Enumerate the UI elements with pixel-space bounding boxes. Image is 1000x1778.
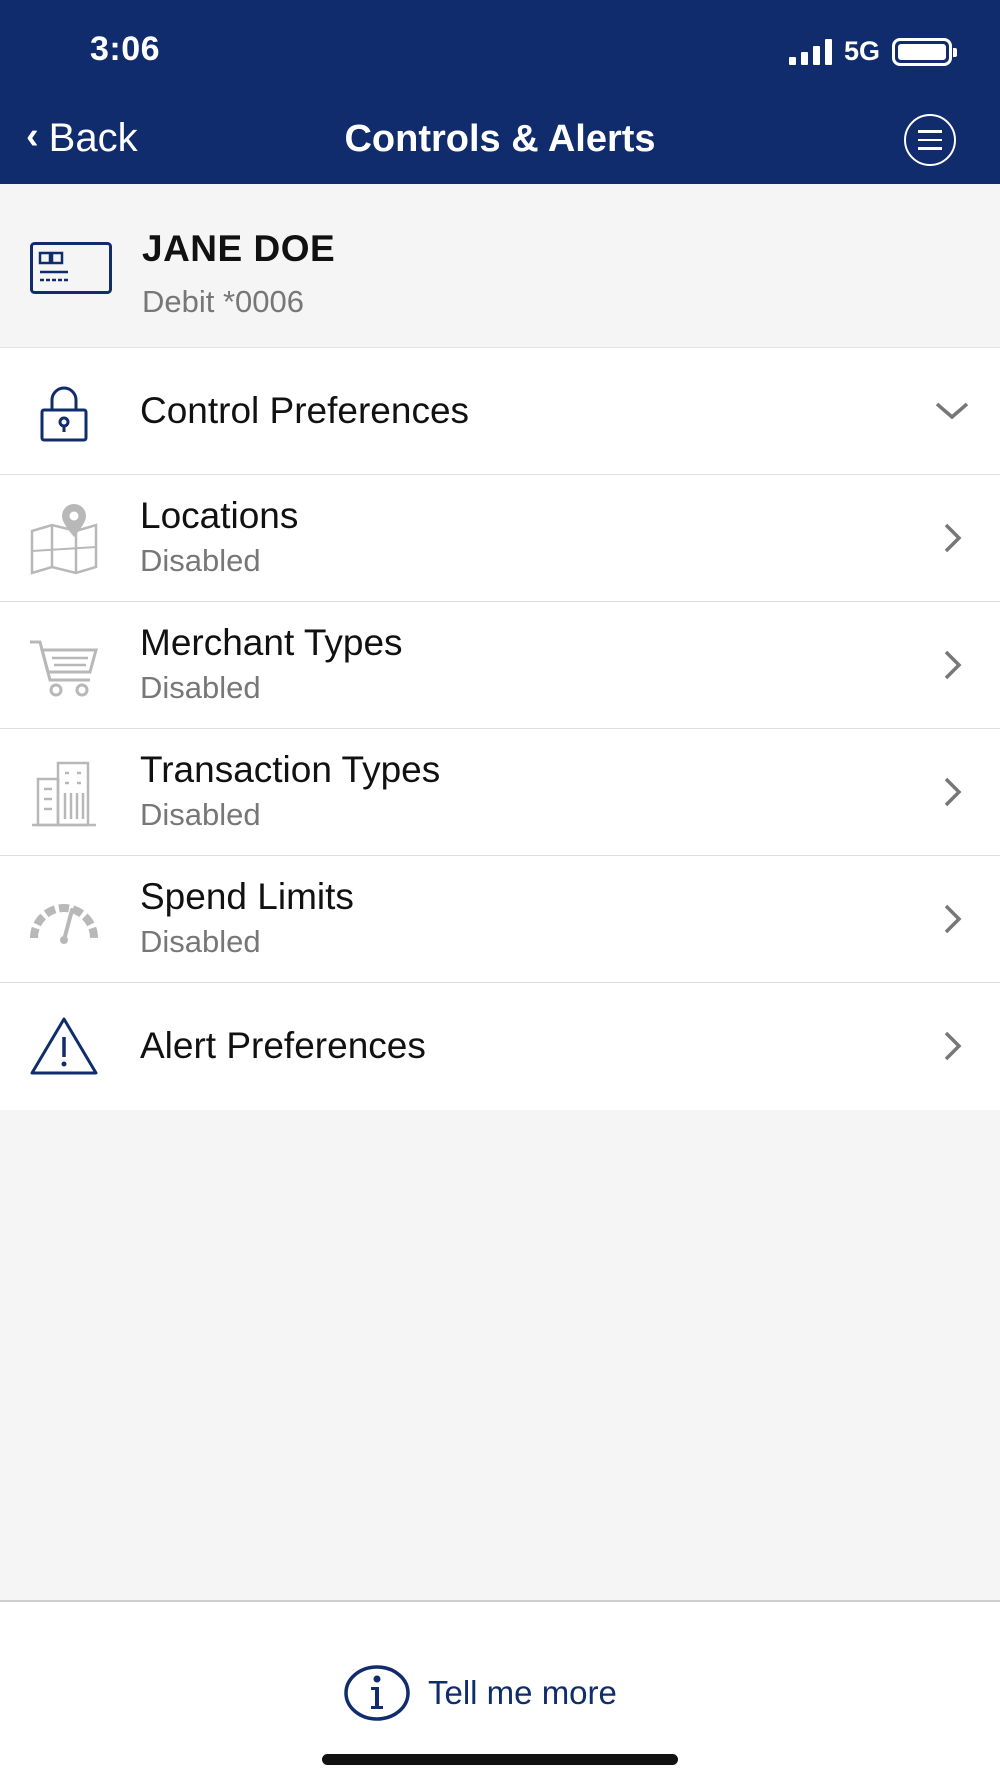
chevron-right-icon bbox=[944, 1031, 962, 1061]
status-time: 3:06 bbox=[90, 30, 161, 68]
chevron-right-icon bbox=[944, 777, 962, 807]
building-icon bbox=[32, 761, 96, 827]
alert-preferences-row[interactable]: Alert Preferences bbox=[0, 983, 1000, 1110]
shopping-cart-icon bbox=[30, 640, 98, 697]
merchant-types-label: Merchant Types bbox=[140, 622, 403, 663]
locations-label: Locations bbox=[140, 495, 299, 536]
signal-icon bbox=[788, 38, 832, 65]
page-title: Controls & Alerts bbox=[344, 118, 656, 160]
spend-limits-label: Spend Limits bbox=[140, 876, 354, 917]
merchant-types-status: Disabled bbox=[140, 670, 261, 705]
home-indicator bbox=[322, 1754, 678, 1765]
chevron-right-icon bbox=[944, 523, 962, 553]
spend-limits-status: Disabled bbox=[140, 924, 261, 959]
spend-limits-row[interactable]: Spend Limits Disabled bbox=[0, 856, 1000, 983]
top-bar: 3:06 5G ‹ Back Controls & Alerts bbox=[0, 0, 1000, 184]
menu-line bbox=[918, 130, 942, 133]
network-type: 5G bbox=[843, 36, 880, 66]
transaction-types-status: Disabled bbox=[140, 797, 261, 832]
tell-me-more-label: Tell me more bbox=[428, 1674, 617, 1711]
card-number: Debit *0006 bbox=[142, 284, 305, 319]
warning-icon bbox=[30, 1017, 98, 1075]
status-indicators: 5G bbox=[788, 36, 957, 67]
menu-line bbox=[918, 147, 942, 150]
locations-row[interactable]: Locations Disabled bbox=[0, 475, 1000, 602]
controls-list: Control Preferences Locations Disabled M… bbox=[0, 348, 1000, 1110]
chevron-down-icon bbox=[935, 402, 969, 420]
account-summary: JANE DOE Debit *0006 bbox=[0, 184, 1000, 348]
info-icon bbox=[344, 1665, 410, 1721]
control-preferences-row[interactable]: Control Preferences bbox=[0, 348, 1000, 475]
chevron-right-icon bbox=[944, 904, 962, 934]
battery-icon bbox=[892, 37, 957, 66]
controls-alerts-screen: 3:06 5G ‹ Back Controls & Alerts JANE DO bbox=[0, 0, 1000, 1778]
chevron-right-icon bbox=[944, 650, 962, 680]
locations-status: Disabled bbox=[140, 543, 261, 578]
lock-icon bbox=[40, 386, 88, 442]
control-preferences-label: Control Preferences bbox=[140, 390, 470, 431]
tell-me-more-button[interactable]: Tell me more bbox=[344, 1664, 617, 1722]
menu-line bbox=[918, 138, 942, 142]
bottom-bar: Tell me more bbox=[0, 1600, 1000, 1778]
merchant-types-row[interactable]: Merchant Types Disabled bbox=[0, 602, 1000, 729]
map-pin-icon bbox=[30, 504, 98, 575]
debit-card-icon bbox=[30, 242, 112, 294]
gauge-icon bbox=[30, 904, 98, 944]
alert-preferences-label: Alert Preferences bbox=[140, 1025, 426, 1066]
menu-button[interactable] bbox=[904, 114, 956, 166]
account-holder-name: JANE DOE bbox=[142, 228, 336, 269]
transaction-types-row[interactable]: Transaction Types Disabled bbox=[0, 729, 1000, 856]
transaction-types-label: Transaction Types bbox=[140, 749, 441, 790]
